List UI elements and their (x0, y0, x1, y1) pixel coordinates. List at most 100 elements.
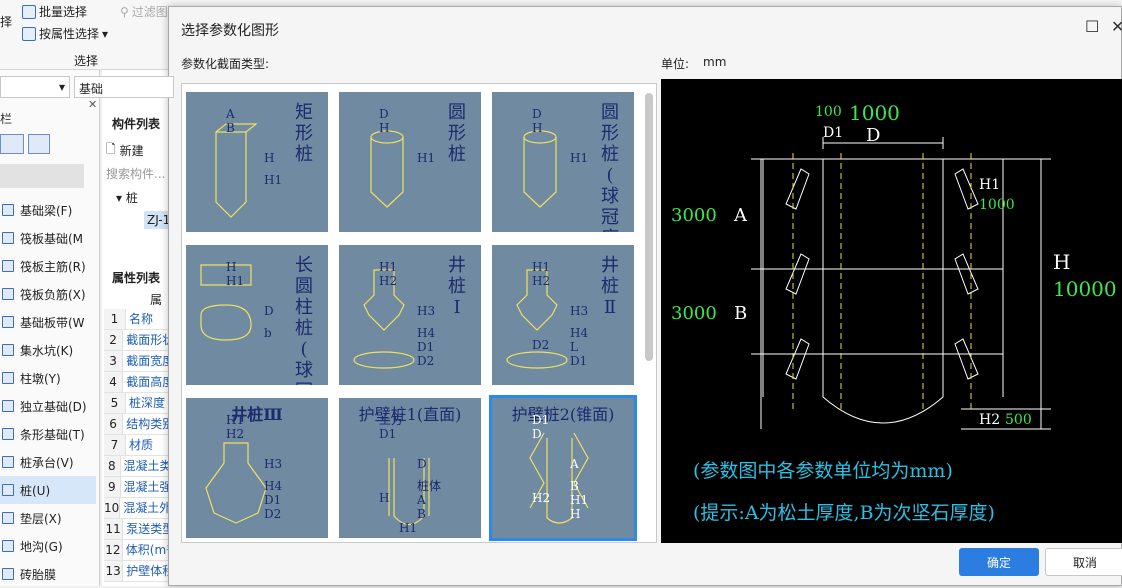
shape-label: 桩体 (417, 478, 441, 493)
component-icon (2, 512, 14, 524)
shape-option[interactable]: 长圆柱桩(球冠底) HH1 Db (186, 245, 328, 385)
shape-thumbnail: 护壁桩2(锥面)D1D ABH1H H2 (512, 405, 614, 524)
b-label: B (734, 303, 747, 324)
shape-label: H1 (226, 413, 244, 427)
nav-item[interactable]: 砖胎膜 (0, 560, 96, 588)
shape-option[interactable]: 井桩Ⅲ H1 H2 H3 H4 D1 D2 (186, 398, 328, 538)
shape-option[interactable]: 井桩 Ⅱ H1 H2 H3 H4 L D1 D2 (492, 245, 634, 385)
property-row[interactable]: 10混凝土外加剂 (104, 498, 168, 519)
tree-root[interactable]: ▾ 桩 (116, 189, 138, 206)
property-name: 桩深度 (129, 396, 166, 410)
shape-label: H1 (532, 260, 550, 274)
new-button[interactable]: 🗋 新建 (106, 140, 144, 161)
search-box[interactable] (0, 164, 84, 188)
property-row[interactable]: 11泵送类型 (104, 519, 168, 540)
property-row[interactable]: 4截面高度 (104, 372, 168, 393)
cancel-button[interactable]: 取消 (1045, 548, 1122, 576)
category-combo[interactable]: 基础 (74, 76, 174, 98)
shape-option[interactable]: 矩形桩 A B H H1 (186, 92, 328, 232)
nav-item[interactable]: 独立基础(D) (0, 392, 96, 420)
a-label: A (733, 205, 748, 226)
ok-button[interactable]: 确定 (959, 548, 1039, 576)
scrollbar[interactable] (645, 93, 653, 361)
select-shape-dialog: 选择参数化图形 ☐ ✕ 参数化截面类型: 单位: mm 矩形桩 A B H H1 圆形桩 D… (168, 6, 1122, 586)
shape-thumbnail: 圆形桩 DH H1 (370, 102, 466, 208)
shape-label: H2 (532, 491, 550, 505)
attr-select-button[interactable]: 按属性选择 ▾ (22, 25, 108, 42)
property-name: 护壁体积 (126, 564, 168, 578)
search-input[interactable]: 搜索构件... (106, 165, 165, 182)
shape-thumbnail: 井桩ⅢH1H2H3H4D1D2 (205, 405, 283, 524)
nav-item[interactable]: 筏板主筋(R) (0, 252, 96, 280)
floor-combo[interactable]: ▾ (0, 76, 70, 98)
shape-option[interactable]: 井桩 Ⅰ H1 H2 H3 H4 D1 D2 (339, 245, 481, 385)
unit-label: 单位: (661, 57, 690, 71)
shape-option[interactable]: 护壁桩2(锥面) D1 D A B H1 H H2 (489, 395, 637, 541)
property-row[interactable]: 8混凝土类型 (104, 456, 168, 477)
nav-item[interactable]: 基础板带(W (0, 308, 96, 336)
property-name: 混凝土类型 (123, 459, 168, 473)
property-row[interactable]: 13护壁体积 (104, 561, 168, 582)
shape-label: H1 (379, 260, 397, 274)
new-icon: 🗋 (106, 142, 116, 156)
nav-item[interactable]: 筏板基础(M (0, 224, 96, 252)
nav-item[interactable]: 筏板负筋(X) (0, 280, 96, 308)
shape-option[interactable]: 圆形桩 D H H1 (339, 92, 481, 232)
property-row[interactable]: 1 名称 (104, 309, 168, 330)
shape-option[interactable]: 圆形桩(球冠底) DH H1 (492, 92, 634, 232)
component-icon (2, 428, 14, 440)
property-name: 混凝土外加剂 (123, 501, 168, 515)
close-icon[interactable]: ✕ (88, 98, 97, 111)
nav-item-label: 基础板带(W (20, 315, 85, 330)
property-name: 截面高度 (126, 375, 168, 389)
property-row[interactable]: 5 桩深度 (104, 393, 168, 414)
row-number: 12 (104, 540, 123, 560)
row-number: 4 (104, 372, 124, 392)
shape-option[interactable]: 护壁桩1(直面) 土方 D1 D 桩体 A B H H1 (339, 398, 481, 538)
shape-label: D1 (570, 354, 587, 368)
preview-drawing: 100 1000 D1 D 3000 A 3000 B H1 1000 H 10000 H2 500 (参数… (671, 101, 1117, 524)
property-row[interactable]: 3截面宽度 (104, 351, 168, 372)
shape-thumbnail: 井桩 Ⅱ H1H2 H3 H4LD1 D2 (506, 255, 619, 369)
h1-value: 1000 (979, 197, 1015, 213)
nav-item[interactable]: 桩承台(V) (0, 448, 96, 476)
nav-item[interactable]: 桩(U) (0, 476, 96, 504)
row-number: 8 (104, 456, 121, 476)
a-value: 3000 (671, 205, 717, 226)
nav-item[interactable]: 基础梁(F) (0, 196, 96, 224)
h-value: 10000 (1053, 277, 1117, 301)
batch-select-button[interactable]: 批量选择 (22, 3, 87, 20)
row-number: 9 (104, 477, 121, 497)
property-row[interactable]: 7 材质 (104, 435, 168, 456)
nav-item[interactable]: 条形基础(T) (0, 420, 96, 448)
property-row[interactable]: 2截面形状 (104, 330, 168, 351)
nav-item[interactable]: 垫层(X) (0, 504, 96, 532)
nav-item-label: 集水坑(K) (20, 343, 74, 358)
list-view-icon[interactable] (0, 134, 24, 154)
shape-label: H4 (570, 326, 588, 340)
expand-icon: ▾ (116, 191, 126, 205)
shape-label: H4 (264, 479, 282, 493)
shape-thumbnail: 井桩 Ⅰ H1H2 H3 H4D1D2 (353, 255, 466, 369)
close-icon[interactable]: ✕ (1111, 17, 1122, 36)
property-row[interactable]: 6结构类别 (104, 414, 168, 435)
nav-item[interactable]: 集水坑(K) (0, 336, 96, 364)
shape-label: b (264, 326, 272, 340)
maximize-icon[interactable]: ☐ (1085, 17, 1099, 36)
nav-item[interactable]: 柱墩(Y) (0, 364, 96, 392)
note-hint: (提示:A为松土厚度,B为次坚石厚度) (693, 502, 995, 524)
component-icon (2, 456, 14, 468)
shape-label: H3 (417, 304, 435, 318)
property-row[interactable]: 9混凝土强度 (104, 477, 168, 498)
shape-name: 矩形桩 (295, 102, 313, 165)
shape-label: A (416, 493, 426, 507)
shape-label: H2 (532, 274, 550, 288)
shape-label: D (264, 304, 274, 318)
left-panel: ▾ 基础 栏 ✕ 基础梁(F) 筏板基础(M 筏板主筋(R) 筏板负筋(X) 基础板带(… (0, 70, 174, 588)
shape-label: H1 (570, 151, 588, 165)
h-label: H (1053, 250, 1070, 274)
detail-view-icon[interactable] (28, 134, 50, 154)
property-row[interactable]: 12体积(m³) (104, 540, 168, 561)
nav-item[interactable]: 地沟(G) (0, 532, 96, 560)
property-list-title: 属性列表 (112, 271, 161, 285)
